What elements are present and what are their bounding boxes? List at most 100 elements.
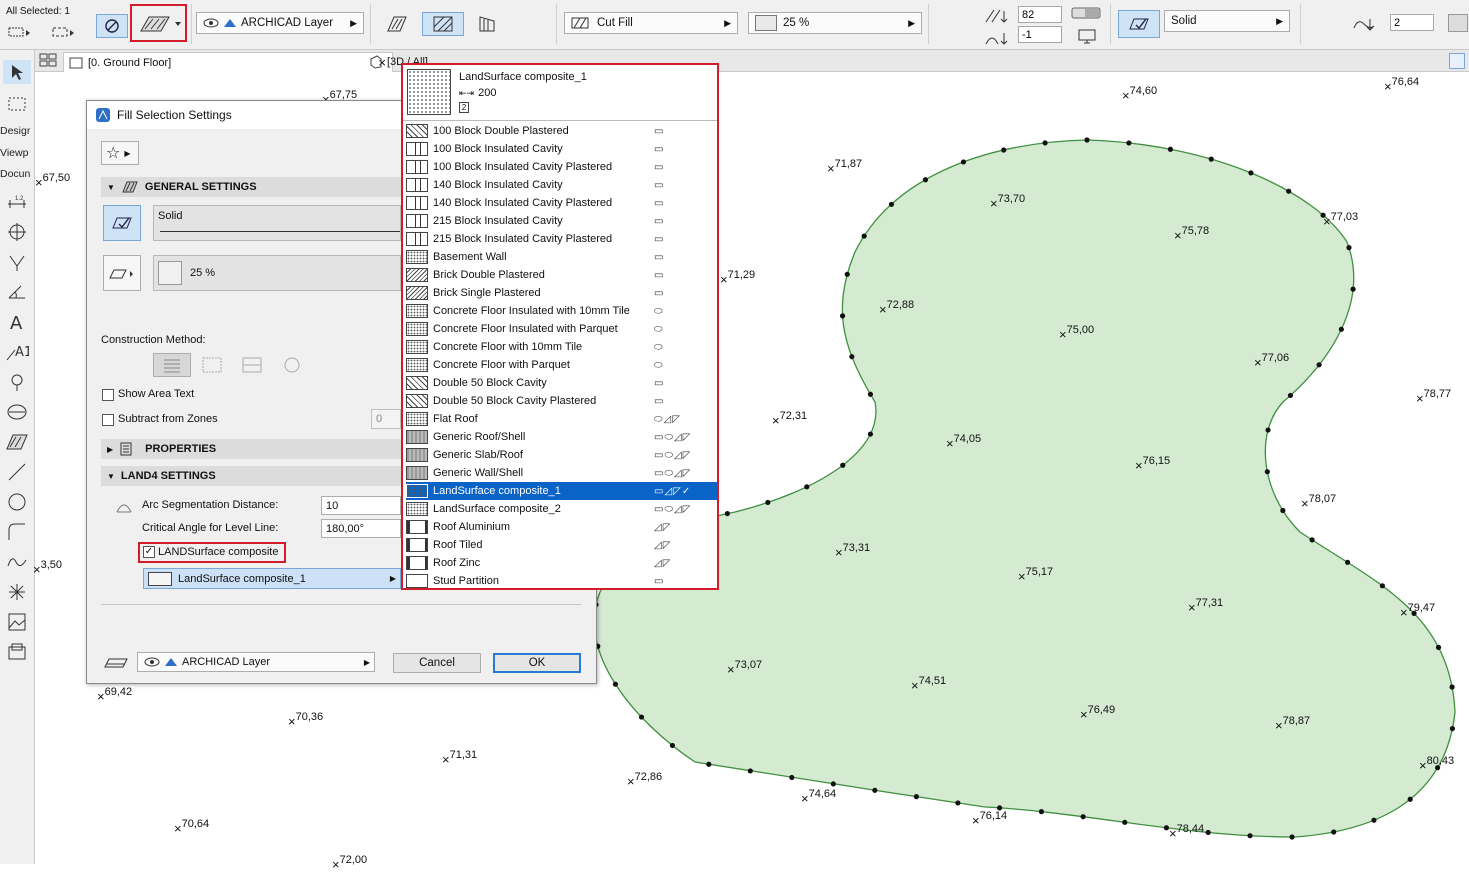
composite-list-item[interactable]: 215 Block Insulated Cavity Plastered ▭ [406,230,717,248]
edge-vertex[interactable] [1286,188,1292,194]
edge-vertex[interactable] [1435,644,1442,650]
line-type-button[interactable] [103,205,141,241]
cut-fill-pattern-icon[interactable] [384,12,410,36]
edge-vertex[interactable] [1038,809,1045,815]
general-settings-header[interactable]: ▼ GENERAL SETTINGS [101,177,401,197]
value-field-1[interactable] [1018,6,1062,23]
survey-point[interactable]: ×72,31 [772,410,807,427]
survey-point[interactable]: ×76,64 [1384,76,1419,93]
dimension-icon[interactable]: 1.2 [3,190,31,214]
composite-list-item[interactable]: Roof Tiled ◿◸ [406,536,717,554]
line-type-field[interactable]: Solid [153,205,401,241]
edge-vertex[interactable] [1084,137,1090,143]
land-surface-fill[interactable] [593,139,1456,838]
edge-vertex[interactable] [612,681,619,687]
edge-vertex[interactable] [638,714,645,720]
survey-point[interactable]: ×77,31 [1188,597,1223,614]
edge-vertex[interactable] [1265,427,1271,433]
circle-icon[interactable] [3,490,31,514]
construction-method-complex-icon[interactable] [281,356,303,377]
fill-percent-field[interactable]: 25 % [153,255,401,291]
edge-vertex[interactable] [1042,140,1048,146]
edge-vertex[interactable] [955,800,961,806]
composite-list-item[interactable]: Double 50 Block Cavity Plastered ▭ [406,392,717,410]
composite-list-item[interactable]: 100 Block Insulated Cavity ▭ [406,140,717,158]
edge-vertex[interactable] [804,484,810,490]
survey-point[interactable]: ×72,86 [627,771,662,788]
hotspot-icon[interactable] [3,580,31,604]
survey-point[interactable]: ×72,00 [332,854,367,871]
text-icon[interactable]: A [3,310,31,334]
survey-point[interactable]: ×78,44 [1169,823,1204,840]
navigator-icon[interactable] [1449,53,1465,69]
edge-vertex[interactable] [1371,817,1377,823]
arc-segmentation-field[interactable]: 10 [321,496,401,515]
background-fill-button[interactable] [103,255,141,291]
survey-point[interactable]: ×73,07 [727,659,762,676]
selection-mode-icon[interactable] [6,20,32,44]
survey-point[interactable]: ×79,47 [1400,602,1435,619]
radial-dimension-icon[interactable] [3,220,31,244]
edge-vertex[interactable] [1126,140,1132,146]
edge-vertex[interactable] [1449,725,1456,732]
edge-vertex[interactable] [1379,583,1386,589]
composite-list-item[interactable]: Concrete Floor with 10mm Tile ⬭ [406,338,717,356]
survey-point[interactable]: ×67,50 [35,172,70,189]
edge-vertex[interactable] [1248,170,1254,176]
survey-point[interactable]: ×75,17 [1018,566,1053,583]
survey-point[interactable]: ×76,15 [1135,455,1170,472]
edge-vertex[interactable] [1350,286,1356,292]
dialog-layer-select[interactable]: ARCHICAD Layer ▶ [137,652,375,672]
edge-vertex[interactable] [849,354,855,360]
composite-list-item[interactable]: Double 50 Block Cavity ▭ [406,374,717,392]
survey-point[interactable]: ×69,42 [97,686,132,703]
edge-vertex[interactable] [1122,819,1128,825]
survey-point[interactable]: ×74,05 [946,433,981,450]
edge-vertex[interactable] [1287,392,1294,399]
survey-point[interactable]: ×74,51 [911,675,946,692]
edge-vertex[interactable] [765,499,771,506]
edge-vertex[interactable] [669,742,676,749]
edge-vertex[interactable] [1346,245,1352,251]
survey-point[interactable]: ×76,14 [972,810,1007,827]
edge-vertex[interactable] [922,177,929,183]
edge-vertex[interactable] [1205,829,1211,836]
edge-vertex[interactable] [1247,833,1253,839]
composite-list-item[interactable]: Concrete Floor Insulated with 10mm Tile … [406,302,717,320]
edge-vertex[interactable] [724,510,730,517]
survey-point[interactable]: ×73,31 [835,542,870,559]
spline-icon[interactable] [3,550,31,574]
line-type-icon[interactable] [1118,10,1160,38]
grid-view-icon[interactable] [39,53,57,70]
line-type-select[interactable]: Solid ▶ [1164,10,1290,32]
composite-list-item[interactable]: Roof Aluminium ◿◸ [406,518,717,536]
edge-vertex[interactable] [1208,156,1214,162]
survey-point[interactable]: ×78,07 [1301,493,1336,510]
survey-point[interactable]: ×71,87 [827,158,862,175]
edge-vertex[interactable] [867,431,874,437]
composite-list-item[interactable]: LandSurface composite_2 ▭⬭◿◸ [406,500,717,518]
survey-point[interactable]: ×3,50 [33,559,62,576]
edge-vertex[interactable] [960,159,967,165]
toolbox-label-design[interactable]: Desigr [0,125,30,137]
survey-point[interactable]: ×76,49 [1080,704,1115,721]
edge-vertex[interactable] [867,391,874,397]
survey-point[interactable]: ×78,77 [1416,388,1451,405]
edge-vertex[interactable] [1280,507,1286,514]
survey-point[interactable]: ×74,64 [801,788,836,805]
value-field-2[interactable] [1018,26,1062,43]
edge-vertex[interactable] [861,233,867,239]
marker-icon[interactable] [3,370,31,394]
marquee-tool-icon[interactable] [3,92,31,116]
edge-vertex[interactable] [1345,559,1351,565]
edge-vertex[interactable] [1338,326,1344,332]
subtract-from-zones-checkbox[interactable] [102,414,114,426]
level-dimension-icon[interactable] [3,250,31,274]
composite-list-item[interactable]: 100 Block Double Plastered ▭ [406,122,717,140]
drawing-icon[interactable] [3,640,31,664]
cover-fill-icon[interactable] [474,12,500,36]
edge-vertex[interactable] [888,201,895,207]
edge-vertex[interactable] [747,768,753,774]
edge-vertex[interactable] [1264,469,1270,475]
survey-point[interactable]: ×71,29 [720,269,755,286]
